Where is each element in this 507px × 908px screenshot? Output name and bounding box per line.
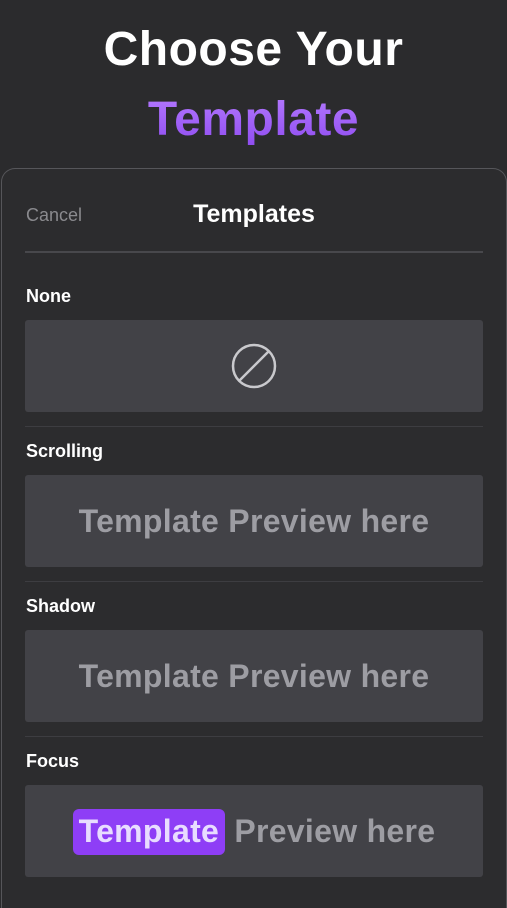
preview-text: Template Preview here bbox=[72, 808, 436, 855]
template-preview-shadow[interactable]: Template Preview here bbox=[25, 630, 483, 722]
option-label: Focus bbox=[26, 751, 80, 771]
hero-title-line1: Choose Your bbox=[103, 23, 404, 76]
template-preview-scrolling[interactable]: Template Preview here bbox=[25, 475, 483, 567]
hero-heading: Choose Your Template bbox=[0, 0, 507, 170]
divider bbox=[25, 426, 483, 427]
prohibited-icon bbox=[231, 343, 277, 389]
option-label: None bbox=[26, 286, 71, 306]
focus-highlight: Template bbox=[72, 808, 226, 855]
option-label: Scrolling bbox=[26, 441, 104, 461]
header-divider bbox=[25, 251, 483, 253]
hero-title-line2: Template bbox=[0, 92, 507, 147]
preview-text: Template Preview here bbox=[78, 657, 430, 694]
sheet-title: Templates bbox=[193, 200, 315, 228]
templates-sheet: Cancel Templates None Scrolling Template… bbox=[1, 168, 507, 908]
preview-rest: Preview here bbox=[234, 812, 436, 849]
divider bbox=[25, 736, 483, 737]
template-preview-none[interactable] bbox=[25, 320, 483, 412]
preview-text: Template Preview here bbox=[78, 502, 430, 539]
sheet-header: Cancel Templates bbox=[2, 169, 506, 253]
divider bbox=[25, 581, 483, 582]
template-preview-focus[interactable]: Template Preview here bbox=[25, 785, 483, 877]
option-label: Shadow bbox=[26, 596, 96, 616]
